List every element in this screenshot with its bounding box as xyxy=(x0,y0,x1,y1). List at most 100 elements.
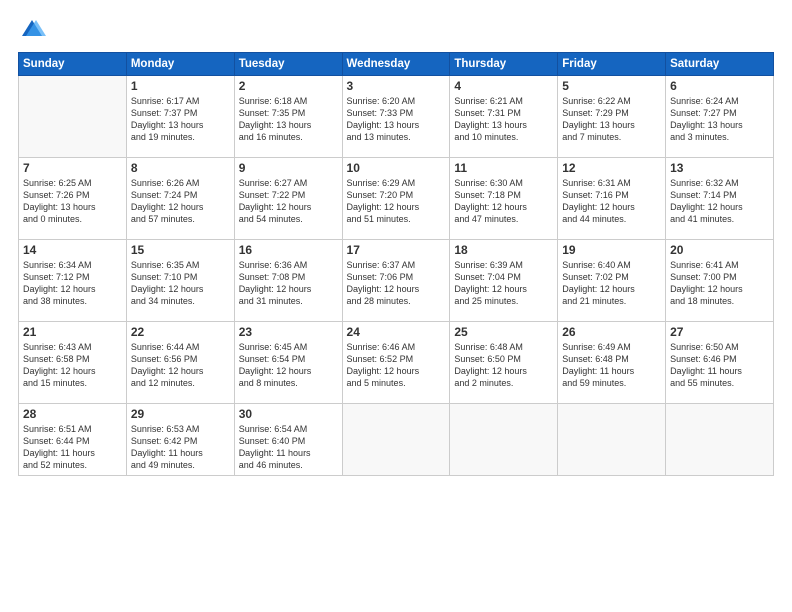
day-number: 2 xyxy=(239,79,338,93)
day-number: 30 xyxy=(239,407,338,421)
cell-info: Sunrise: 6:25 AMSunset: 7:26 PMDaylight:… xyxy=(23,177,122,226)
cell-info: Sunrise: 6:26 AMSunset: 7:24 PMDaylight:… xyxy=(131,177,230,226)
day-number: 28 xyxy=(23,407,122,421)
day-cell: 1 Sunrise: 6:17 AMSunset: 7:37 PMDaylight… xyxy=(126,76,234,158)
day-number: 21 xyxy=(23,325,122,339)
day-number: 20 xyxy=(670,243,769,257)
day-cell: 14 Sunrise: 6:34 AMSunset: 7:12 PMDayligh… xyxy=(19,240,127,322)
header xyxy=(18,16,774,44)
week-row-5: 28Sunrise: 6:51 AMSunset: 6:44 PMDayligh… xyxy=(19,404,774,476)
cell-info: Sunrise: 6:17 AMSunset: 7:37 PMDaylight:… xyxy=(131,95,230,144)
cell-info: Sunrise: 6:29 AMSunset: 7:20 PMDaylight:… xyxy=(347,177,446,226)
day-number: 4 xyxy=(454,79,553,93)
cell-info: Sunrise: 6:32 AMSunset: 7:14 PMDaylight:… xyxy=(670,177,769,226)
page: SundayMondayTuesdayWednesdayThursdayFrid… xyxy=(0,0,792,612)
day-cell: 20 Sunrise: 6:41 AMSunset: 7:00 PMDayligh… xyxy=(666,240,774,322)
cell-info: Sunrise: 6:43 AMSunset: 6:58 PMDaylight:… xyxy=(23,341,122,390)
day-header-sunday: Sunday xyxy=(19,53,127,76)
day-cell: 30 Sunrise: 6:54 AMSunset: 6:40 PMDayligh… xyxy=(234,404,342,476)
day-header-saturday: Saturday xyxy=(666,53,774,76)
day-number: 12 xyxy=(562,161,661,175)
day-cell: 19 Sunrise: 6:40 AMSunset: 7:02 PMDayligh… xyxy=(558,240,666,322)
cell-info: Sunrise: 6:46 AMSunset: 6:52 PMDaylight:… xyxy=(347,341,446,390)
day-cell: 10 Sunrise: 6:29 AMSunset: 7:20 PMDayligh… xyxy=(342,158,450,240)
day-header-friday: Friday xyxy=(558,53,666,76)
day-header-monday: Monday xyxy=(126,53,234,76)
week-row-3: 14 Sunrise: 6:34 AMSunset: 7:12 PMDayligh… xyxy=(19,240,774,322)
day-cell: 17 Sunrise: 6:37 AMSunset: 7:06 PMDayligh… xyxy=(342,240,450,322)
cell-info: Sunrise: 6:21 AMSunset: 7:31 PMDaylight:… xyxy=(454,95,553,144)
day-cell: 3 Sunrise: 6:20 AMSunset: 7:33 PMDaylight… xyxy=(342,76,450,158)
cell-info: Sunrise: 6:48 AMSunset: 6:50 PMDaylight:… xyxy=(454,341,553,390)
day-cell: 15 Sunrise: 6:35 AMSunset: 7:10 PMDayligh… xyxy=(126,240,234,322)
day-number: 23 xyxy=(239,325,338,339)
day-number: 19 xyxy=(562,243,661,257)
day-cell: 5Sunrise: 6:22 AMSunset: 7:29 PMDaylight… xyxy=(558,76,666,158)
day-number: 29 xyxy=(131,407,230,421)
day-cell: 2Sunrise: 6:18 AMSunset: 7:35 PMDaylight… xyxy=(234,76,342,158)
cell-info: Sunrise: 6:30 AMSunset: 7:18 PMDaylight:… xyxy=(454,177,553,226)
day-cell: 23 Sunrise: 6:45 AMSunset: 6:54 PMDayligh… xyxy=(234,322,342,404)
day-cell: 13 Sunrise: 6:32 AMSunset: 7:14 PMDayligh… xyxy=(666,158,774,240)
week-row-4: 21 Sunrise: 6:43 AMSunset: 6:58 PMDayligh… xyxy=(19,322,774,404)
day-cell: 21 Sunrise: 6:43 AMSunset: 6:58 PMDayligh… xyxy=(19,322,127,404)
day-number: 15 xyxy=(131,243,230,257)
day-number: 22 xyxy=(131,325,230,339)
day-number: 26 xyxy=(562,325,661,339)
day-number: 24 xyxy=(347,325,446,339)
day-number: 8 xyxy=(131,161,230,175)
day-header-wednesday: Wednesday xyxy=(342,53,450,76)
day-number: 7 xyxy=(23,161,122,175)
cell-info: Sunrise: 6:34 AMSunset: 7:12 PMDaylight:… xyxy=(23,259,122,308)
cell-info: Sunrise: 6:50 AMSunset: 6:46 PMDaylight:… xyxy=(670,341,769,390)
day-cell: 25Sunrise: 6:48 AMSunset: 6:50 PMDayligh… xyxy=(450,322,558,404)
day-number: 27 xyxy=(670,325,769,339)
cell-info: Sunrise: 6:39 AMSunset: 7:04 PMDaylight:… xyxy=(454,259,553,308)
cell-info: Sunrise: 6:27 AMSunset: 7:22 PMDaylight:… xyxy=(239,177,338,226)
day-cell xyxy=(666,404,774,476)
day-cell xyxy=(450,404,558,476)
day-cell: 8 Sunrise: 6:26 AMSunset: 7:24 PMDaylight… xyxy=(126,158,234,240)
day-cell: 28Sunrise: 6:51 AMSunset: 6:44 PMDayligh… xyxy=(19,404,127,476)
day-number: 10 xyxy=(347,161,446,175)
cell-info: Sunrise: 6:54 AMSunset: 6:40 PMDaylight:… xyxy=(239,423,338,472)
day-number: 1 xyxy=(131,79,230,93)
week-row-2: 7 Sunrise: 6:25 AMSunset: 7:26 PMDaylight… xyxy=(19,158,774,240)
cell-info: Sunrise: 6:35 AMSunset: 7:10 PMDaylight:… xyxy=(131,259,230,308)
cell-info: Sunrise: 6:44 AMSunset: 6:56 PMDaylight:… xyxy=(131,341,230,390)
day-cell: 27 Sunrise: 6:50 AMSunset: 6:46 PMDayligh… xyxy=(666,322,774,404)
day-cell xyxy=(558,404,666,476)
cell-info: Sunrise: 6:20 AMSunset: 7:33 PMDaylight:… xyxy=(347,95,446,144)
cell-info: Sunrise: 6:53 AMSunset: 6:42 PMDaylight:… xyxy=(131,423,230,472)
day-cell: 4 Sunrise: 6:21 AMSunset: 7:31 PMDaylight… xyxy=(450,76,558,158)
day-number: 17 xyxy=(347,243,446,257)
day-cell: 11 Sunrise: 6:30 AMSunset: 7:18 PMDayligh… xyxy=(450,158,558,240)
cell-info: Sunrise: 6:40 AMSunset: 7:02 PMDaylight:… xyxy=(562,259,661,308)
cell-info: Sunrise: 6:31 AMSunset: 7:16 PMDaylight:… xyxy=(562,177,661,226)
calendar: SundayMondayTuesdayWednesdayThursdayFrid… xyxy=(18,52,774,476)
cell-info: Sunrise: 6:24 AMSunset: 7:27 PMDaylight:… xyxy=(670,95,769,144)
day-cell: 22 Sunrise: 6:44 AMSunset: 6:56 PMDayligh… xyxy=(126,322,234,404)
day-number: 14 xyxy=(23,243,122,257)
week-row-1: 1 Sunrise: 6:17 AMSunset: 7:37 PMDaylight… xyxy=(19,76,774,158)
day-number: 13 xyxy=(670,161,769,175)
day-cell: 12 Sunrise: 6:31 AMSunset: 7:16 PMDayligh… xyxy=(558,158,666,240)
day-number: 3 xyxy=(347,79,446,93)
cell-info: Sunrise: 6:45 AMSunset: 6:54 PMDaylight:… xyxy=(239,341,338,390)
cell-info: Sunrise: 6:49 AMSunset: 6:48 PMDaylight:… xyxy=(562,341,661,390)
day-cell: 18Sunrise: 6:39 AMSunset: 7:04 PMDayligh… xyxy=(450,240,558,322)
day-cell: 7 Sunrise: 6:25 AMSunset: 7:26 PMDaylight… xyxy=(19,158,127,240)
cell-info: Sunrise: 6:22 AMSunset: 7:29 PMDaylight:… xyxy=(562,95,661,144)
day-cell xyxy=(342,404,450,476)
day-number: 9 xyxy=(239,161,338,175)
day-cell: 9 Sunrise: 6:27 AMSunset: 7:22 PMDaylight… xyxy=(234,158,342,240)
cell-info: Sunrise: 6:37 AMSunset: 7:06 PMDaylight:… xyxy=(347,259,446,308)
cell-info: Sunrise: 6:41 AMSunset: 7:00 PMDaylight:… xyxy=(670,259,769,308)
day-cell: 29 Sunrise: 6:53 AMSunset: 6:42 PMDayligh… xyxy=(126,404,234,476)
day-header-tuesday: Tuesday xyxy=(234,53,342,76)
cell-info: Sunrise: 6:36 AMSunset: 7:08 PMDaylight:… xyxy=(239,259,338,308)
day-number: 11 xyxy=(454,161,553,175)
header-row: SundayMondayTuesdayWednesdayThursdayFrid… xyxy=(19,53,774,76)
day-cell: 26 Sunrise: 6:49 AMSunset: 6:48 PMDayligh… xyxy=(558,322,666,404)
day-cell: 6Sunrise: 6:24 AMSunset: 7:27 PMDaylight… xyxy=(666,76,774,158)
